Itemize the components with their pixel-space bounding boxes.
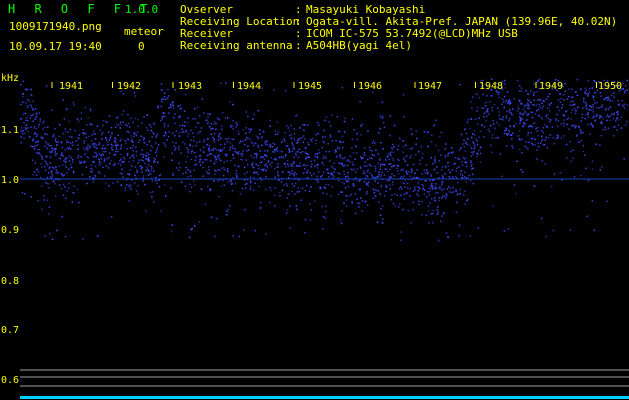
frequency-label: 0.8 — [1, 276, 19, 287]
spectrogram-signal — [20, 78, 629, 242]
time-label: 1942 — [117, 81, 141, 92]
time-label: 1947 — [418, 81, 442, 92]
frequency-label: 0.9 — [1, 225, 19, 236]
time-label: 1944 — [237, 81, 261, 92]
antenna-value: A504HB(yagi 4el) — [306, 39, 412, 52]
meteor-count: 0 — [138, 40, 145, 53]
time-label: 1943 — [178, 81, 202, 92]
time-label: 1945 — [298, 81, 322, 92]
spectrogram: kHz 1941 1942 1943 1944 1945 1946 1947 1948 1949… — [0, 68, 629, 400]
frequency-label: 1.0 — [1, 175, 19, 186]
antenna-label: Receiving antenna — [180, 39, 293, 52]
antenna-sep: : — [295, 39, 302, 52]
time-label: 1949 — [539, 81, 563, 92]
header: H R O F F T 1.0.0 1009171940.png meteor … — [0, 0, 629, 68]
frequency-label: 0.6 — [1, 375, 19, 386]
file-datetime: 10.09.17 19:40 — [9, 40, 102, 53]
meteor-label: meteor — [124, 25, 164, 38]
time-label: 1946 — [358, 81, 382, 92]
time-label: 1941 — [59, 81, 83, 92]
reference-lines — [20, 178, 629, 399]
file-name: 1009171940.png — [9, 20, 102, 33]
frequency-label: 1.1 — [1, 125, 19, 136]
frequency-label: 0.7 — [1, 325, 19, 336]
frequency-unit: kHz — [1, 73, 19, 84]
app-version: 1.0.0 — [125, 3, 159, 16]
time-label: 1948 — [479, 81, 503, 92]
time-label: 1950 — [598, 81, 622, 92]
